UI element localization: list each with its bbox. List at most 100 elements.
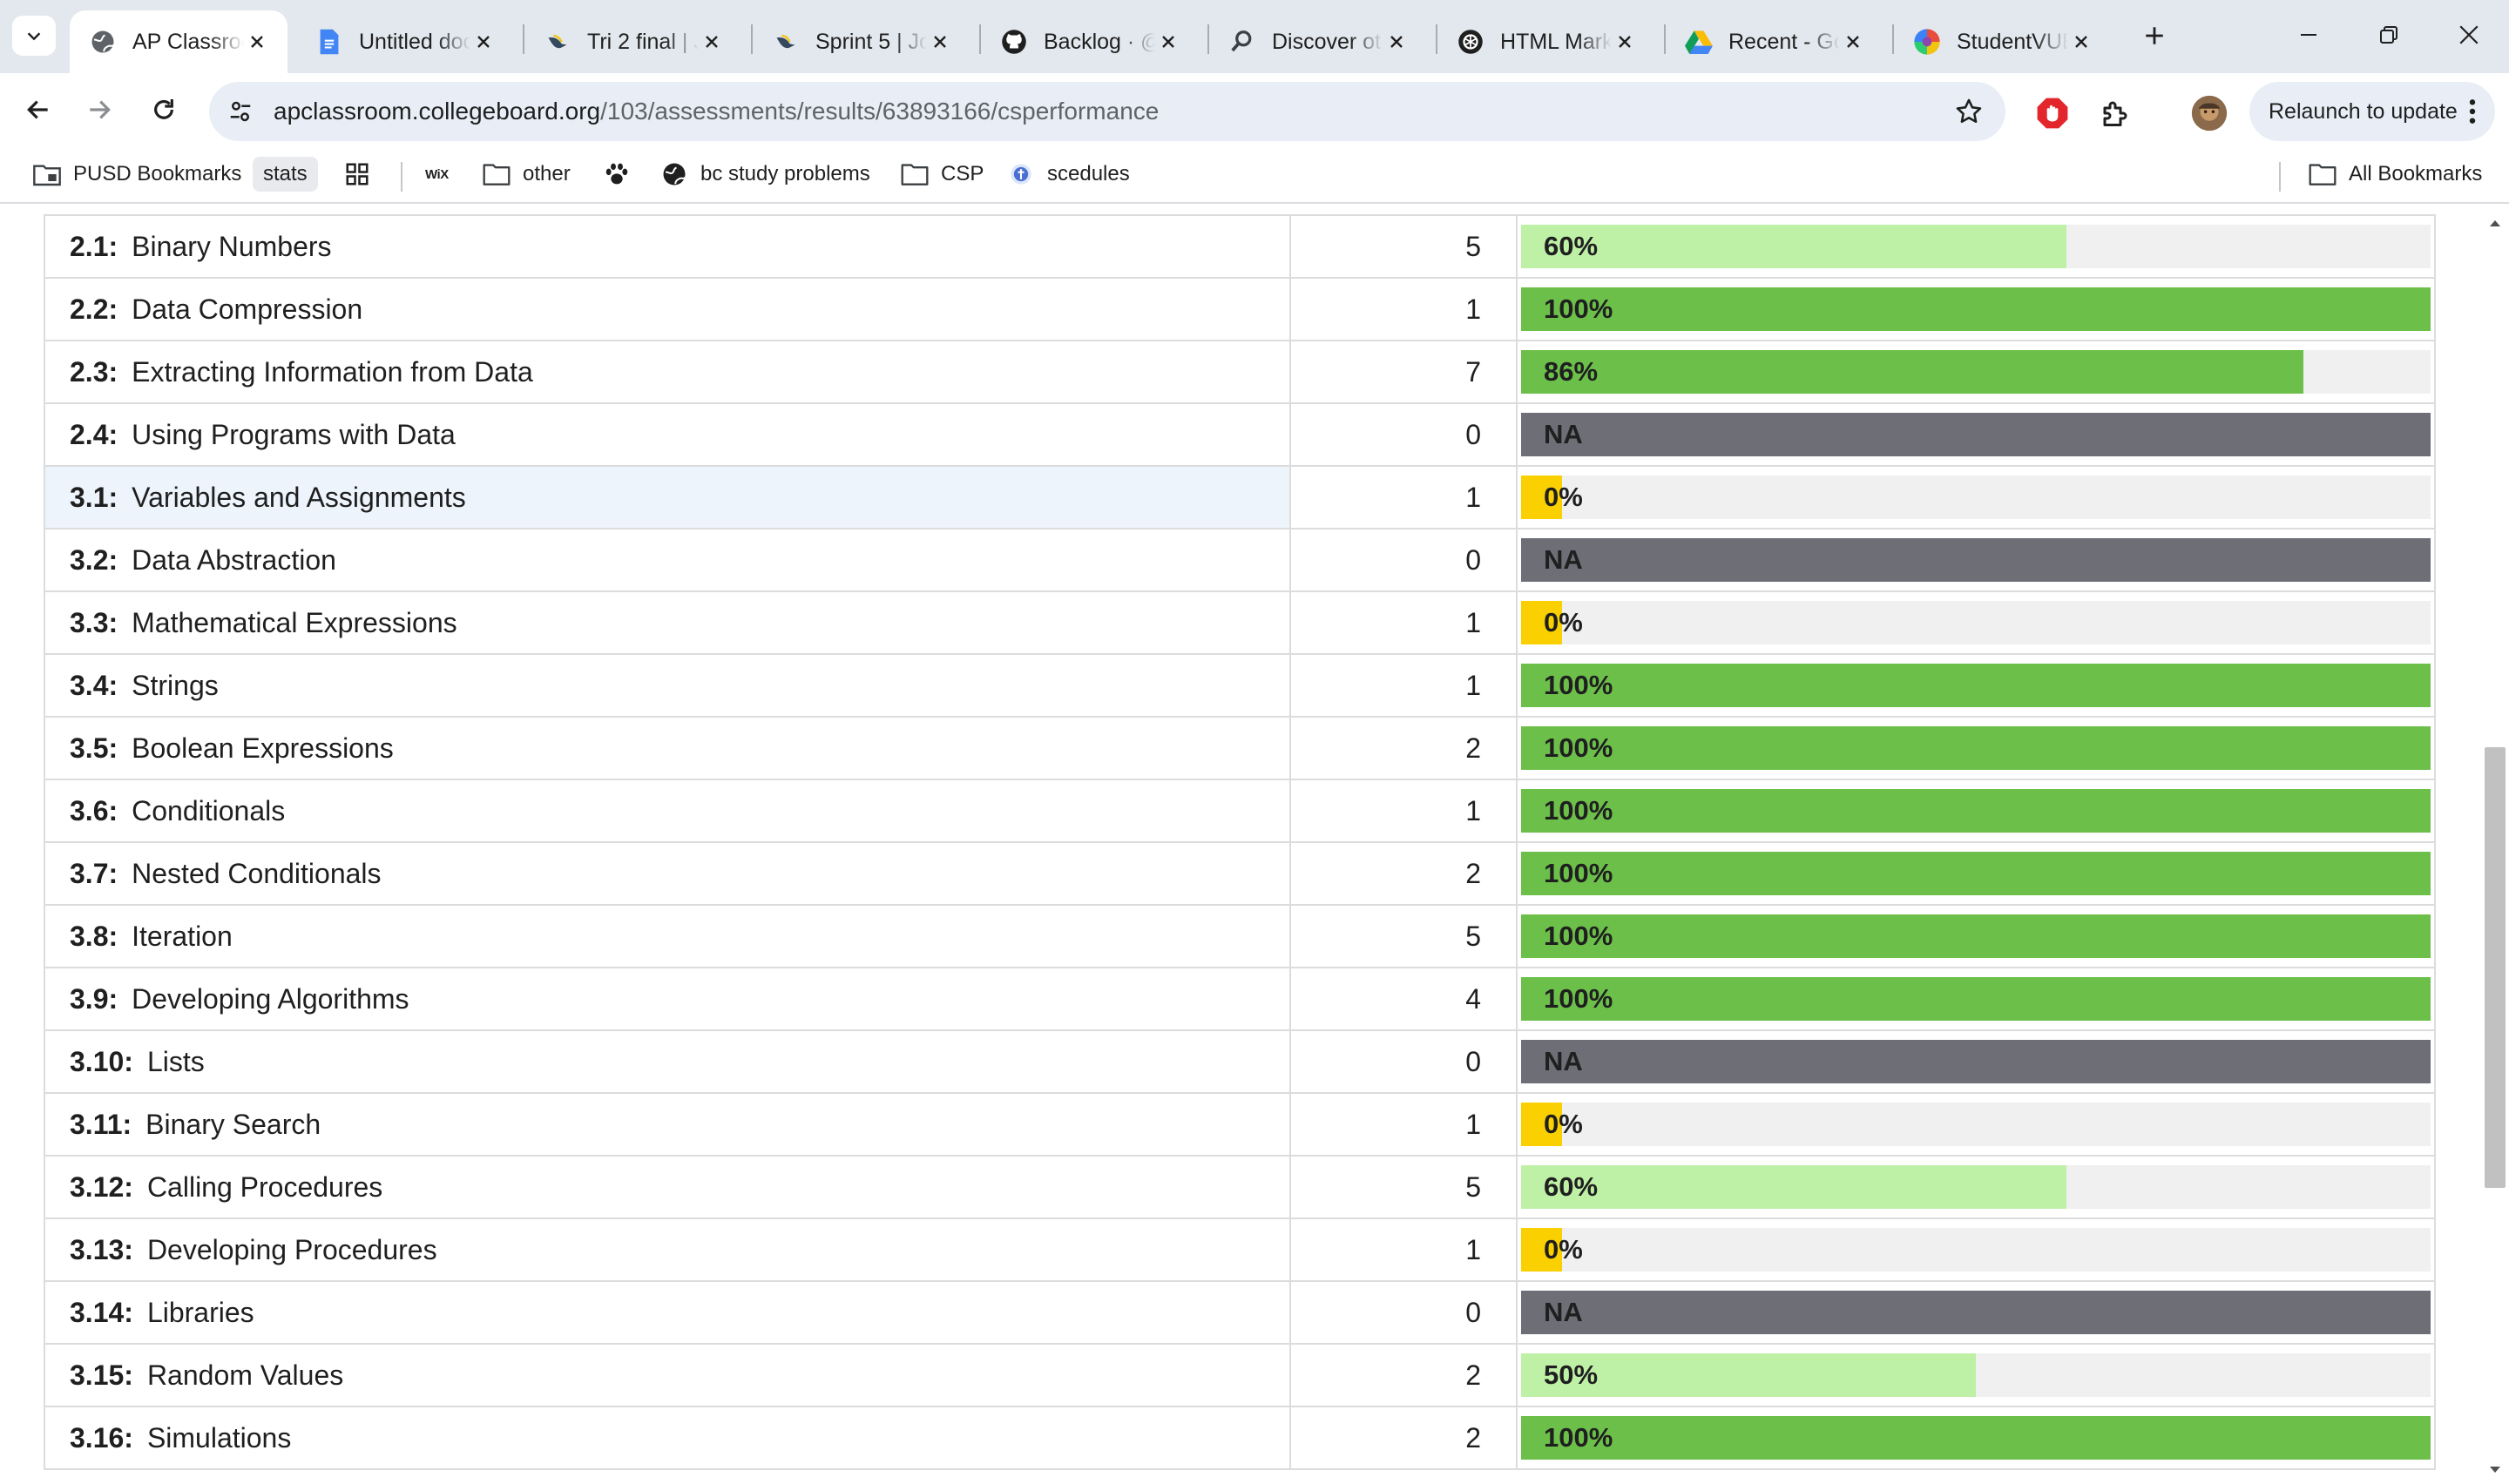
tab-studentvue[interactable]: StudentVUE xyxy=(1894,10,2112,73)
adblock-extension-button[interactable] xyxy=(2033,94,2072,132)
performance-cell: 100% xyxy=(1518,906,2434,967)
scrollbar-thumb[interactable] xyxy=(2485,747,2506,1188)
question-count-cell: 2 xyxy=(1291,843,1518,904)
forward-button[interactable] xyxy=(73,84,125,136)
url-host: apclassroom.collegeboard.org xyxy=(274,98,601,125)
bookmark-csp[interactable]: CSP xyxy=(901,157,984,192)
close-tab-icon[interactable] xyxy=(244,29,270,55)
close-tab-icon[interactable] xyxy=(1612,29,1638,55)
table-row: 3.3: Mathematical Expressions 1 0% xyxy=(45,592,2434,655)
reload-button[interactable] xyxy=(138,84,190,136)
page-scrollbar[interactable] xyxy=(2481,206,2509,1484)
tab-discover[interactable]: Discover ot xyxy=(1209,10,1427,73)
performance-bar-fill xyxy=(1521,413,2431,456)
bookmark-grid[interactable] xyxy=(343,157,383,192)
topic-number: 3.14: xyxy=(70,1296,133,1328)
performance-percent: NA xyxy=(1544,1046,1583,1076)
toolbar: apclassroom.collegeboard.org/103/assessm… xyxy=(0,73,2509,148)
bookmark-other[interactable]: other xyxy=(483,157,571,192)
topic-number: 3.10: xyxy=(70,1045,133,1077)
scroll-up-arrow-icon[interactable] xyxy=(2488,218,2502,228)
table-row: 3.15: Random Values 2 50% xyxy=(45,1345,2434,1407)
question-count-cell: 0 xyxy=(1291,1031,1518,1092)
profile-avatar[interactable] xyxy=(2190,94,2228,132)
google-docs-icon xyxy=(315,28,343,56)
table-row: 3.7: Nested Conditionals 2 100% xyxy=(45,843,2434,906)
table-row: 2.4: Using Programs with Data 0 NA xyxy=(45,404,2434,467)
close-tab-icon[interactable] xyxy=(1383,29,1410,55)
question-count-cell: 1 xyxy=(1291,279,1518,340)
tab-sprint-5[interactable]: Sprint 5 | Jo xyxy=(753,10,970,73)
performance-percent: 50% xyxy=(1544,1359,1599,1390)
relaunch-to-update-button[interactable]: Relaunch to update xyxy=(2249,82,2495,141)
topic-title: Variables and Assignments xyxy=(132,481,466,513)
close-tab-icon[interactable] xyxy=(927,29,953,55)
tab-title: HTML Markdown xyxy=(1500,29,1612,54)
back-button[interactable] xyxy=(12,84,64,136)
tab-backlog[interactable]: Backlog · @ xyxy=(981,10,1199,73)
topic-title: Data Compression xyxy=(132,293,363,325)
arrow-left-icon xyxy=(24,96,52,124)
performance-bar-track: 0% xyxy=(1521,476,2431,519)
tab-search-button[interactable] xyxy=(12,16,56,56)
scroll-down-arrow-icon[interactable] xyxy=(2488,1465,2502,1475)
performance-cell: 60% xyxy=(1518,216,2434,277)
url-text[interactable]: apclassroom.collegeboard.org/103/assessm… xyxy=(274,98,1159,125)
performance-bar-track: 86% xyxy=(1521,350,2431,394)
extensions-button[interactable] xyxy=(2096,94,2134,132)
tab-untitled-document[interactable]: Untitled document xyxy=(296,10,514,73)
bookmark-paw[interactable] xyxy=(603,157,643,192)
bookmark-separator xyxy=(401,162,402,192)
close-tab-icon[interactable] xyxy=(2068,29,2094,55)
performance-bar-fill xyxy=(1521,664,2431,707)
minimize-button[interactable] xyxy=(2274,10,2343,59)
restore-button[interactable] xyxy=(2354,10,2424,59)
performance-cell: 100% xyxy=(1518,968,2434,1029)
tab-ap-classroom[interactable]: AP Classroom xyxy=(70,10,287,73)
tab-html-markdown[interactable]: HTML Markdown xyxy=(1437,10,1655,73)
topic-title: Binary Search xyxy=(145,1108,321,1140)
bookmark-bc-study-problems[interactable]: bc study problems xyxy=(660,157,870,192)
close-tab-icon[interactable] xyxy=(1840,29,1866,55)
relaunch-label: Relaunch to update xyxy=(2269,98,2458,124)
bookmark-star-button[interactable] xyxy=(1951,94,1986,129)
performance-percent: 100% xyxy=(1544,983,1613,1014)
bookmark-label: PUSD Bookmarks xyxy=(73,162,242,186)
page-content: 2.1: Binary Numbers 5 60% 2.2: Data Comp… xyxy=(0,206,2481,1484)
topic-cell: 3.10: Lists xyxy=(45,1031,1291,1092)
close-tab-icon[interactable] xyxy=(699,29,725,55)
bookmark-stats[interactable]: stats xyxy=(253,157,318,192)
all-bookmarks-label: All Bookmarks xyxy=(2349,162,2483,186)
question-count-cell: 4 xyxy=(1291,968,1518,1029)
address-bar[interactable]: apclassroom.collegeboard.org/103/assessm… xyxy=(209,82,2005,141)
performance-bar-track: 100% xyxy=(1521,914,2431,958)
performance-cell: 0% xyxy=(1518,592,2434,653)
all-bookmarks-button[interactable]: All Bookmarks xyxy=(2309,157,2482,192)
topic-cell: 3.3: Mathematical Expressions xyxy=(45,592,1291,653)
site-info-button[interactable] xyxy=(220,91,261,132)
question-count-cell: 0 xyxy=(1291,1282,1518,1343)
bookmark-pusd-bookmarks[interactable]: PUSD Bookmarks xyxy=(33,157,241,192)
bookmark-scedules[interactable]: scedules xyxy=(1007,157,1130,192)
kebab-menu-icon[interactable] xyxy=(2469,98,2476,125)
topic-number: 3.15: xyxy=(70,1359,133,1391)
bookmark-label: CSP xyxy=(941,162,984,186)
close-tab-icon[interactable] xyxy=(470,29,497,55)
performance-cell: 100% xyxy=(1518,843,2434,904)
performance-percent: 0% xyxy=(1544,607,1583,637)
tab-title: Backlog · @ xyxy=(1044,29,1155,54)
topic-title: Simulations xyxy=(146,1421,292,1454)
performance-bar-track: 100% xyxy=(1521,287,2431,331)
performance-bar-track: 100% xyxy=(1521,664,2431,707)
bookmarks-bar: PUSD Bookmarks stats WiX other bc study … xyxy=(0,148,2509,204)
tab-tri-2-final[interactable]: Tri 2 final | J xyxy=(524,10,742,73)
paw-icon xyxy=(603,160,631,188)
close-tab-icon[interactable] xyxy=(1155,29,1181,55)
tab-google-drive[interactable]: Recent - Google Drive xyxy=(1666,10,1883,73)
performance-percent: 100% xyxy=(1544,1422,1613,1453)
bookmark-wix[interactable]: WiX xyxy=(425,157,449,192)
close-window-button[interactable] xyxy=(2434,10,2504,59)
topic-number: 2.3: xyxy=(70,355,118,388)
new-tab-button[interactable] xyxy=(2133,16,2176,56)
tab-title: Sprint 5 | Jo xyxy=(815,29,927,54)
